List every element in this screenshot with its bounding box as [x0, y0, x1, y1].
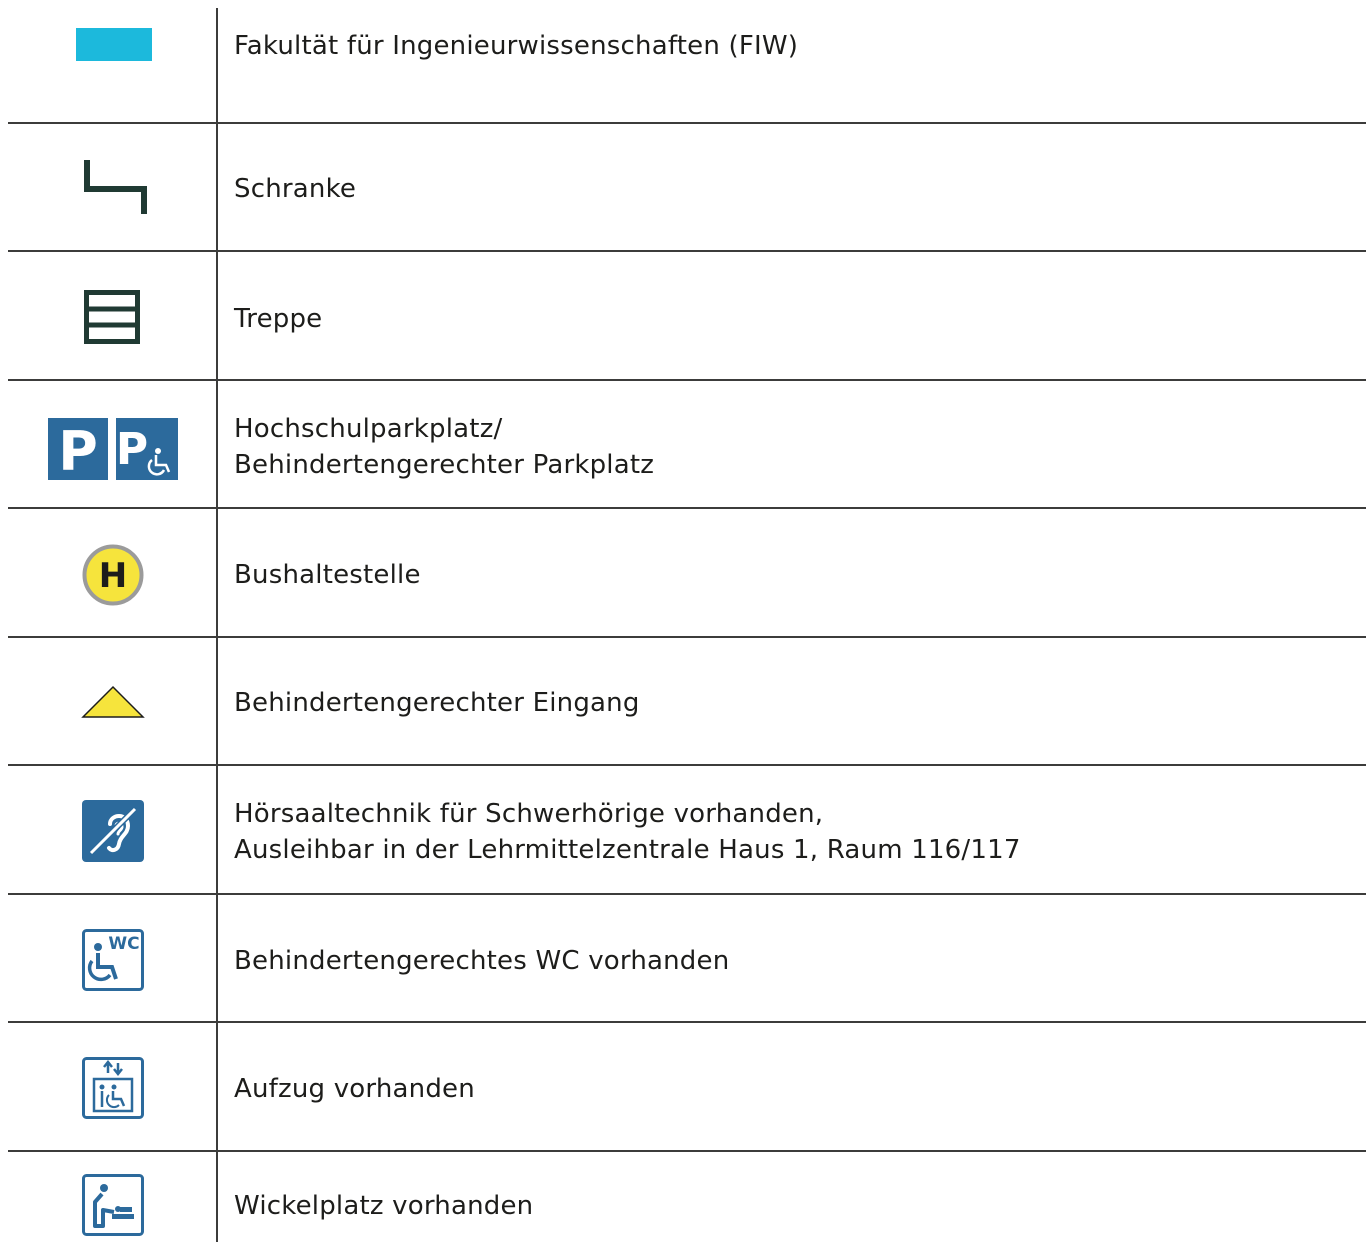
row-divider: [8, 636, 1366, 638]
legend-label-hearing-assistance: Hörsaaltechnik für Schwerhörige vorhande…: [234, 799, 1021, 865]
bus-stop-icon: H: [82, 544, 144, 606]
row-divider: [8, 122, 1366, 124]
svg-text:WC: WC: [108, 934, 139, 954]
legend-label-baby-changing: Wickelplatz vorhanden: [234, 1191, 534, 1221]
svg-text:P: P: [58, 420, 98, 480]
column-divider: [216, 8, 218, 1242]
svg-text:P: P: [116, 424, 148, 475]
accessible-wc-icon: WC: [82, 929, 144, 991]
legend-table: Fakultät für Ingenieurwissenschaften (FI…: [0, 0, 1371, 1250]
stairs-icon: [84, 290, 140, 344]
row-divider: [8, 1150, 1366, 1152]
barrier-icon: [84, 160, 148, 216]
legend-label-barrier: Schranke: [234, 174, 357, 204]
legend-label-elevator: Aufzug vorhanden: [234, 1074, 475, 1104]
legend-label-accessible-entrance: Behindertengerechter Eingang: [234, 688, 640, 718]
legend-label-accessible-wc: Behindertengerechtes WC vorhanden: [234, 946, 730, 976]
row-divider: [8, 1021, 1366, 1023]
legend-label-bus-stop: Bushaltestelle: [234, 560, 421, 590]
faculty-color-swatch: [76, 28, 152, 61]
row-divider: [8, 250, 1366, 252]
row-divider: [8, 764, 1366, 766]
row-divider: [8, 893, 1366, 895]
baby-changing-icon: [82, 1174, 144, 1236]
legend-label-parking: Hochschulparkplatz/ Behindertengerechter…: [234, 414, 655, 480]
legend-label-faculty: Fakultät für Ingenieurwissenschaften (FI…: [234, 31, 799, 61]
elevator-icon: [82, 1057, 144, 1119]
svg-text:H: H: [99, 556, 127, 596]
parking-icon: P P: [48, 418, 178, 480]
legend-label-stairs: Treppe: [234, 304, 323, 334]
hearing-assistance-icon: [82, 800, 144, 862]
row-divider: [8, 507, 1366, 509]
accessible-entrance-icon: [81, 685, 145, 719]
row-divider: [8, 379, 1366, 381]
